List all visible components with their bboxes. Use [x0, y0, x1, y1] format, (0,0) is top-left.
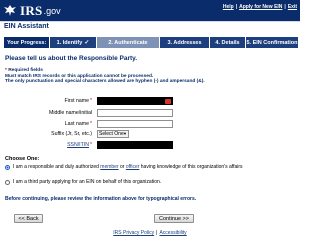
- privacy-policy-link[interactable]: IRS Privacy Policy: [113, 230, 154, 236]
- first-name-label: First name*: [64, 98, 92, 104]
- tab-details: 4. Details: [210, 37, 246, 48]
- suffix-select[interactable]: Select One ▼: [97, 130, 129, 138]
- top-links: Help | Apply for New EIN | Exit: [222, 4, 297, 10]
- logo-text: IRS: [20, 2, 43, 18]
- ssn-label: SSN/ITIN*: [67, 142, 92, 148]
- tab-authenticate: 2. Authenticate: [97, 37, 160, 48]
- checkmark-icon: ✓: [84, 40, 90, 46]
- middle-name-label: Middle name/initial: [49, 110, 92, 116]
- tab-addresses: 3. Addresses: [160, 37, 210, 48]
- option-third-party-text: I am a third party applying for an EIN o…: [13, 179, 162, 185]
- chevron-down-icon: ▼: [123, 131, 127, 136]
- section-heading: Please tell us about the Responsible Par…: [5, 55, 138, 62]
- eagle-icon: [4, 5, 16, 16]
- punctuation-note: The only punctuation and special charact…: [5, 79, 205, 85]
- first-name-field[interactable]: [97, 97, 173, 105]
- review-message: Before continuing, please review the inf…: [5, 196, 197, 202]
- suffix-row: Suffix (Jr, Sr, etc.) Select One ▼: [0, 130, 300, 139]
- back-button[interactable]: << Back: [14, 214, 43, 223]
- officer-link[interactable]: officer: [126, 164, 140, 170]
- form-notes: * Required fields Must match IRS records…: [5, 68, 205, 85]
- tab-identify: 1. Identify ✓: [50, 37, 97, 48]
- footer: IRS Privacy Policy | Accessibility: [113, 230, 187, 236]
- tab-identify-label: 1. Identify: [56, 39, 83, 46]
- last-name-row: Last name*: [0, 120, 300, 129]
- logo-suffix: .gov: [43, 5, 61, 16]
- last-name-label: Last name*: [64, 121, 92, 127]
- site-header: IRS .gov Help | Apply for New EIN | Exit: [0, 0, 300, 21]
- option-third-party[interactable]: I am a third party applying for an EIN o…: [5, 179, 295, 185]
- option-authorized-member-text: I am a responsible and duly authorized m…: [13, 164, 243, 170]
- radio-authorized-member[interactable]: [5, 165, 10, 170]
- progress-tabs: Your Progress: 1. Identify ✓ 2. Authentic…: [4, 37, 298, 48]
- first-name-row: First name*: [0, 97, 300, 106]
- tab-ein-confirmation: 5. EIN Confirmation: [246, 37, 298, 48]
- ssn-row: SSN/ITIN*: [0, 141, 300, 150]
- middle-name-row: Middle name/initial: [0, 109, 300, 118]
- help-link[interactable]: Help: [223, 4, 234, 10]
- continue-button[interactable]: Continue >>: [154, 214, 194, 223]
- radio-third-party[interactable]: [5, 180, 10, 185]
- middle-name-field[interactable]: [97, 109, 173, 117]
- progress-label: Your Progress:: [4, 37, 50, 48]
- irs-logo[interactable]: IRS .gov: [3, 3, 61, 18]
- autofill-icon[interactable]: [165, 99, 171, 104]
- page-title: EIN Assistant: [4, 23, 49, 30]
- option-authorized-member[interactable]: I am a responsible and duly authorized m…: [5, 164, 295, 170]
- apply-new-ein-link[interactable]: Apply for New EIN: [239, 4, 282, 10]
- exit-link[interactable]: Exit: [288, 4, 297, 10]
- ssn-field[interactable]: [97, 141, 173, 149]
- member-link[interactable]: member: [100, 164, 118, 170]
- accessibility-link[interactable]: Accessibility: [159, 230, 186, 236]
- choose-heading: Choose One:: [5, 156, 40, 162]
- last-name-field[interactable]: [97, 120, 173, 128]
- suffix-label: Suffix (Jr, Sr, etc.): [51, 131, 92, 137]
